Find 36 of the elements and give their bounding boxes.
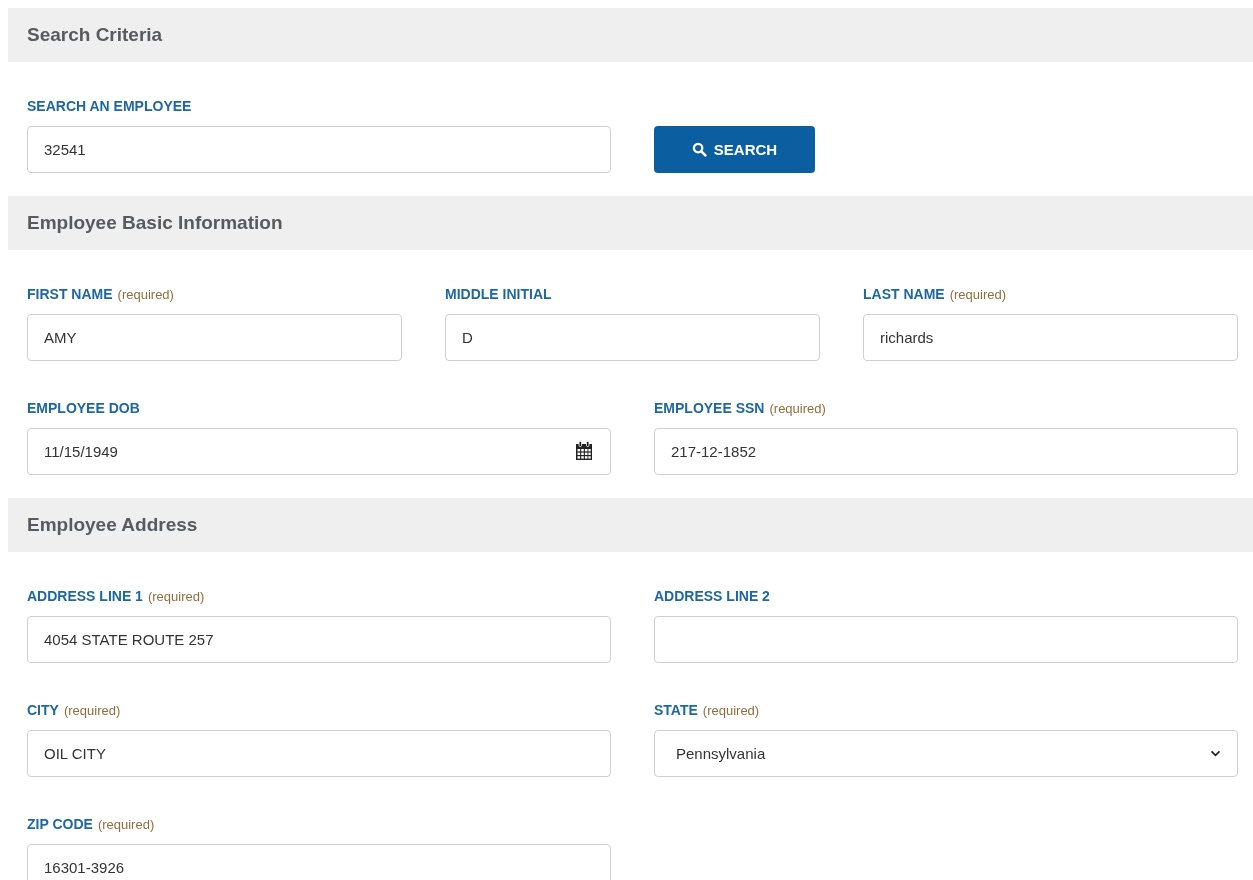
input-field[interactable]	[654, 616, 1238, 663]
required-note: (required)	[702, 702, 760, 718]
input-field[interactable]: 4054 STATE ROUTE 257	[27, 616, 611, 663]
date-field[interactable]: 11/15/1949	[27, 428, 611, 475]
input-field[interactable]: AMY	[27, 314, 402, 361]
field-label: EMPLOYEE SSN	[654, 400, 765, 416]
select-field[interactable]: Pennsylvania	[654, 730, 1238, 777]
calendar-icon[interactable]	[575, 441, 593, 461]
section-title: Search Criteria	[27, 24, 163, 46]
input-field[interactable]: 217-12-1852	[654, 428, 1238, 475]
section-title: Employee Address	[27, 514, 198, 536]
field-label: LAST NAME	[863, 286, 945, 302]
input-field[interactable]: richards	[863, 314, 1238, 361]
field-label: FIRST NAME	[27, 286, 113, 302]
input-field[interactable]: D	[445, 314, 820, 361]
search-button[interactable]: SEARCH	[654, 126, 815, 173]
search-icon	[691, 142, 707, 157]
field-label: ZIP CODE	[27, 816, 93, 832]
input-field[interactable]: OIL CITY	[27, 730, 611, 777]
required-note: (required)	[63, 702, 121, 718]
required-note: (required)	[769, 400, 826, 416]
required-note: (required)	[117, 286, 174, 302]
required-note: (required)	[949, 286, 1007, 302]
field-label: EMPLOYEE DOB	[27, 400, 140, 416]
field-label: STATE	[654, 702, 698, 718]
input-field[interactable]: 16301-3926	[27, 844, 611, 880]
field-label: ADDRESS LINE 2	[654, 588, 770, 604]
chevron-down-icon	[1210, 750, 1221, 757]
required-note: (required)	[97, 816, 155, 832]
field-label: ADDRESS LINE 1	[27, 588, 143, 604]
field-label: CITY	[27, 702, 59, 718]
input-field[interactable]: 32541	[27, 126, 611, 173]
required-note: (required)	[147, 588, 205, 604]
section-title: Employee Basic Information	[27, 212, 283, 234]
field-label: SEARCH AN EMPLOYEE	[27, 98, 192, 114]
field-label: MIDDLE INITIAL	[445, 286, 552, 302]
